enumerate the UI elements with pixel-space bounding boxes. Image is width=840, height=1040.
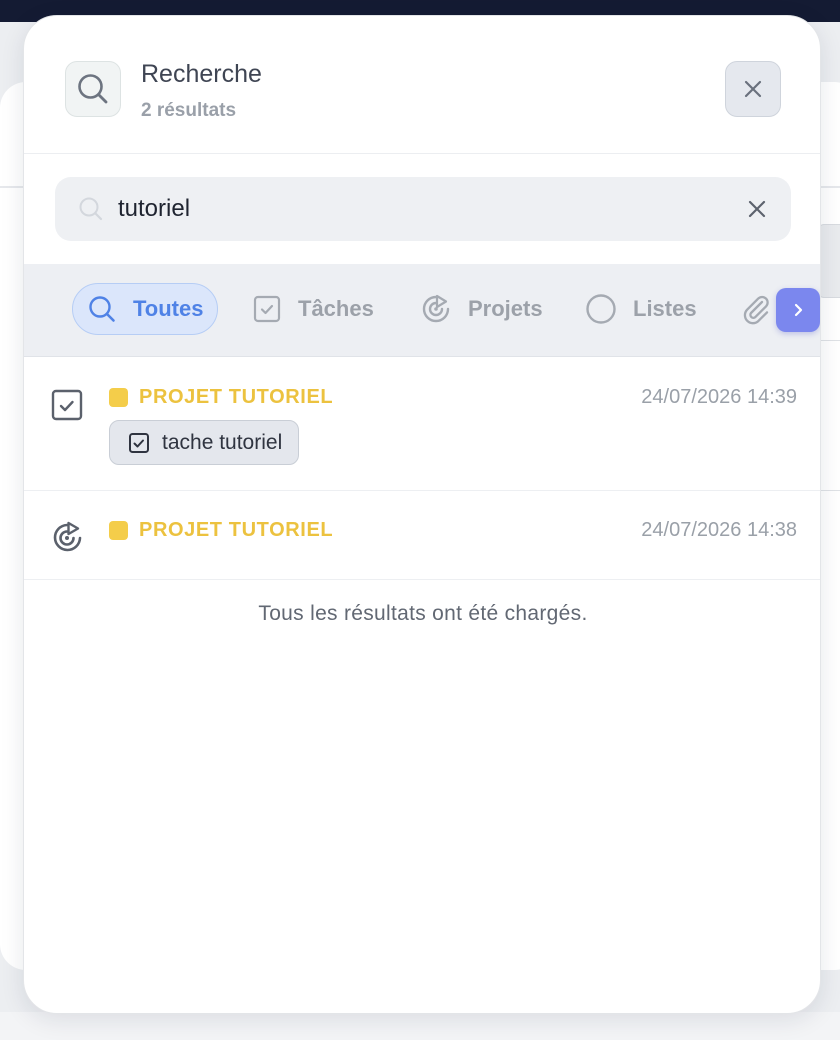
search-input[interactable]	[118, 187, 718, 231]
result-date: 24/07/2026 14:39	[641, 386, 797, 408]
chevron-right-icon	[794, 303, 803, 317]
modal-title: Recherche	[141, 60, 262, 88]
search-result-project[interactable]: PROJET TUTORIEL 24/07/2026 14:38	[24, 491, 820, 580]
project-color-swatch	[109, 388, 128, 407]
search-bar	[55, 177, 791, 241]
close-button[interactable]	[725, 61, 781, 117]
filter-tab-projects[interactable]: Projets	[420, 283, 543, 335]
target-icon	[420, 293, 452, 325]
paperclip-icon	[740, 293, 772, 325]
scroll-filters-right-button[interactable]	[776, 288, 820, 332]
target-icon	[51, 519, 85, 560]
search-icon	[65, 61, 121, 117]
search-icon	[78, 196, 104, 227]
close-icon	[748, 200, 766, 218]
circle-icon	[585, 293, 617, 325]
checkbox-icon	[51, 388, 83, 427]
background-control	[818, 224, 840, 298]
result-date: 24/07/2026 14:38	[641, 519, 797, 541]
search-modal: Recherche 2 résultats tutoriel Toutes Tâ…	[23, 15, 821, 1014]
filter-tab-label: Tâches	[298, 296, 374, 321]
result-count: 2 résultats	[141, 100, 237, 121]
background-divider	[818, 490, 840, 491]
filter-tab-label: Toutes	[133, 296, 204, 321]
close-icon	[744, 80, 762, 98]
search-icon	[87, 294, 117, 324]
modal-header: Recherche 2 résultats	[24, 16, 820, 154]
checkbox-icon	[252, 294, 282, 324]
project-name: PROJET TUTORIEL	[139, 386, 334, 408]
background-footer	[0, 1012, 840, 1040]
clear-search-button[interactable]	[745, 197, 769, 226]
filter-tab-lists[interactable]: Listes	[585, 283, 697, 335]
task-name: tache tutoriel	[162, 430, 283, 454]
checkbox-icon	[128, 432, 150, 454]
project-label: PROJET TUTORIEL	[109, 386, 333, 409]
filter-tab-all[interactable]: Toutes	[72, 283, 219, 335]
filter-tab-label: Listes	[633, 296, 697, 321]
filter-tab-tasks[interactable]: Tâches	[252, 283, 374, 335]
background-divider	[818, 340, 840, 341]
task-chip[interactable]: tache tutoriel	[109, 420, 300, 465]
filter-tabs: Toutes Tâches Projets Listes	[24, 264, 820, 357]
project-color-swatch	[109, 521, 128, 540]
search-result-task[interactable]: PROJET TUTORIEL 24/07/2026 14:39 tache t…	[24, 358, 820, 491]
project-label: PROJET TUTORIEL	[109, 519, 333, 542]
results-loaded-message: Tous les résultats ont été chargés.	[258, 602, 588, 625]
project-name: PROJET TUTORIEL	[139, 519, 334, 541]
filter-tab-label: Projets	[468, 296, 543, 321]
